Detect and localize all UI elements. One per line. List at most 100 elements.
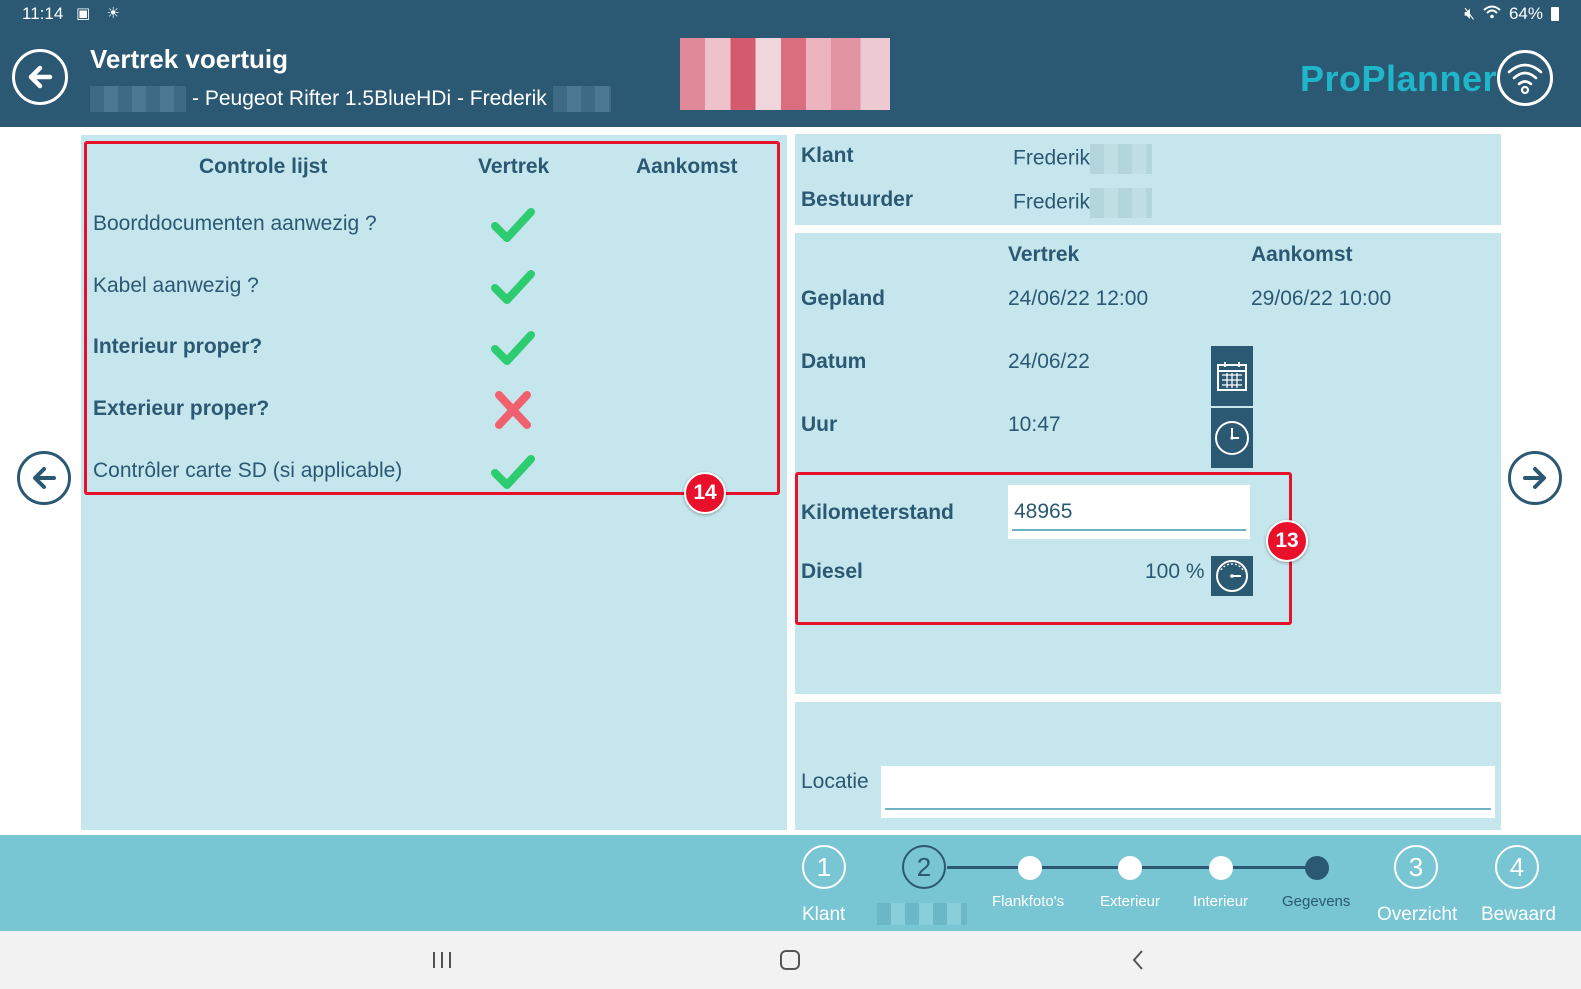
- checkmark-icon[interactable]: [491, 268, 535, 306]
- arrow-right-icon: [1523, 467, 1546, 489]
- input-underline: [1012, 529, 1246, 531]
- substep-exterieur[interactable]: [1118, 856, 1142, 880]
- wifi-icon: [1507, 63, 1543, 95]
- bestuurder-name: Frederik: [1013, 190, 1091, 214]
- klant-label: Klant: [801, 144, 854, 167]
- depart-column-header: Vertrek: [478, 155, 550, 178]
- gepland-label: Gepland: [801, 287, 886, 310]
- redacted-surname: [1090, 188, 1153, 218]
- wizard-stepper: [0, 835, 1581, 931]
- cross-icon[interactable]: [491, 391, 535, 429]
- substep-flankfotos-label: Flankfoto's: [992, 893, 1065, 910]
- redacted-logo: [680, 38, 890, 110]
- checklist-panel: Controle lijst Vertrek Aankomst Boorddoc…: [81, 135, 787, 830]
- arrive-column-header: Aankomst: [636, 155, 738, 178]
- checkmark-icon[interactable]: [491, 206, 535, 244]
- annotation-badge: 13: [1266, 520, 1308, 562]
- recent-apps-button[interactable]: [422, 943, 462, 977]
- battery-icon: [1551, 7, 1559, 21]
- back-button[interactable]: [12, 49, 68, 105]
- bestuurder-value: Frederik: [1013, 188, 1153, 218]
- redacted-surname: [1090, 144, 1153, 174]
- substep-interieur-label: Interieur: [1193, 893, 1249, 910]
- annotation-badge: 14: [684, 472, 726, 514]
- step-4-label: Bewaard: [1481, 904, 1556, 925]
- checklist-item-label: Interieur proper?: [93, 335, 263, 358]
- checklist-item-label: Exterieur proper?: [93, 397, 270, 420]
- datum-label: Datum: [801, 350, 867, 373]
- mute-icon: 🔇︎: [1464, 4, 1475, 23]
- previous-button[interactable]: [17, 451, 71, 505]
- wifi-status-icon: [1483, 4, 1501, 24]
- redacted-step-label: [877, 903, 967, 925]
- system-nav-bar: [0, 931, 1581, 989]
- checkmark-icon[interactable]: [491, 453, 535, 491]
- km-value: 48965: [1014, 500, 1073, 523]
- step-1-label: Klant: [802, 904, 846, 925]
- calendar-icon: [1217, 362, 1247, 391]
- date-picker-button[interactable]: [1211, 346, 1253, 406]
- substep-exterieur-label: Exterieur: [1100, 893, 1161, 910]
- page-title: Vertrek voertuig: [90, 44, 288, 74]
- datum-value: 24/06/22: [1008, 350, 1090, 373]
- bestuurder-label: Bestuurder: [801, 188, 914, 211]
- fuel-value: 100 %: [1145, 560, 1205, 583]
- clock-icon: [1215, 421, 1249, 455]
- arrow-left-icon: [28, 65, 53, 89]
- checkmark-icon[interactable]: [491, 329, 535, 367]
- app-header: 11:14 ▣ ☀ 🔇︎ 64% Vertrek voertuig - Peug…: [0, 0, 1581, 127]
- km-input[interactable]: 48965: [1008, 485, 1250, 539]
- recent-apps-icon: [433, 952, 451, 968]
- home-button[interactable]: [770, 943, 810, 977]
- redacted-name: [552, 86, 611, 112]
- fuel-gauge-button[interactable]: [1211, 556, 1253, 596]
- chevron-left-icon: [1132, 950, 1143, 970]
- km-label: Kilometerstand: [801, 501, 954, 524]
- brand-logo: ProPlanner: [1300, 58, 1498, 99]
- location-box: Locatie: [795, 702, 1501, 830]
- uur-label: Uur: [801, 413, 838, 436]
- status-right: 🔇︎ 64%: [1464, 4, 1559, 24]
- redacted-plate: [90, 86, 186, 112]
- location-input[interactable]: [881, 766, 1495, 818]
- checklist-item-label: Contrôler carte SD (si applicable): [93, 459, 403, 482]
- substep-interieur[interactable]: [1209, 856, 1233, 880]
- home-icon: [780, 950, 800, 970]
- schedule-arrive-header: Aankomst: [1251, 243, 1353, 266]
- arrow-left-icon: [33, 467, 56, 489]
- checklist-item[interactable]: Interieur proper?: [93, 331, 773, 391]
- step-1[interactable]: 1: [802, 845, 846, 889]
- checklist-item-label: Kabel aanwezig ?: [93, 274, 259, 297]
- checklist-item[interactable]: Kabel aanwezig ?: [93, 270, 773, 330]
- time-picker-button[interactable]: [1211, 408, 1253, 468]
- checklist-item[interactable]: Exterieur proper?: [93, 391, 773, 453]
- step-4[interactable]: 4: [1495, 845, 1539, 889]
- status-time: 11:14: [22, 4, 64, 23]
- uur-value: 10:47: [1008, 413, 1061, 436]
- schedule-depart-header: Vertrek: [1008, 243, 1080, 266]
- klant-name: Frederik: [1013, 146, 1091, 170]
- notification-icons: ▣ ☀: [76, 5, 126, 22]
- gepland-depart: 24/06/22 12:00: [1008, 287, 1149, 310]
- connection-button[interactable]: [1497, 50, 1553, 106]
- system-back-button[interactable]: [1118, 943, 1158, 977]
- schedule-box: Vertrek Aankomst Gepland 24/06/22 12:00 …: [795, 233, 1501, 694]
- next-button[interactable]: [1508, 451, 1562, 505]
- status-bar: 11:14 ▣ ☀ 🔇︎ 64%: [0, 0, 1581, 28]
- vehicle-subtitle: - Peugeot Rifter 1.5BlueHDi - Frederik: [90, 86, 611, 112]
- gepland-arrive: 29/06/22 10:00: [1251, 287, 1392, 310]
- content-area: Controle lijst Vertrek Aankomst Boorddoc…: [0, 127, 1581, 835]
- substep-gegevens-label: Gegevens: [1282, 893, 1351, 910]
- checklist-item[interactable]: Boorddocumenten aanwezig ?: [93, 208, 773, 268]
- step-3[interactable]: 3: [1394, 845, 1438, 889]
- step-2[interactable]: 2: [902, 845, 946, 889]
- substep-flankfotos[interactable]: [1018, 856, 1042, 880]
- checklist-item-label: Boorddocumenten aanwezig ?: [93, 212, 377, 235]
- checklist-header: Controle lijst: [199, 155, 328, 178]
- checklist-item[interactable]: Contrôler carte SD (si applicable): [93, 455, 773, 515]
- fuel-label: Diesel: [801, 560, 863, 583]
- klant-value: Frederik: [1013, 144, 1153, 174]
- vehicle-description: - Peugeot Rifter 1.5BlueHDi - Frederik: [192, 87, 547, 110]
- substep-gegevens[interactable]: [1305, 856, 1329, 880]
- battery-level: 64%: [1508, 4, 1543, 23]
